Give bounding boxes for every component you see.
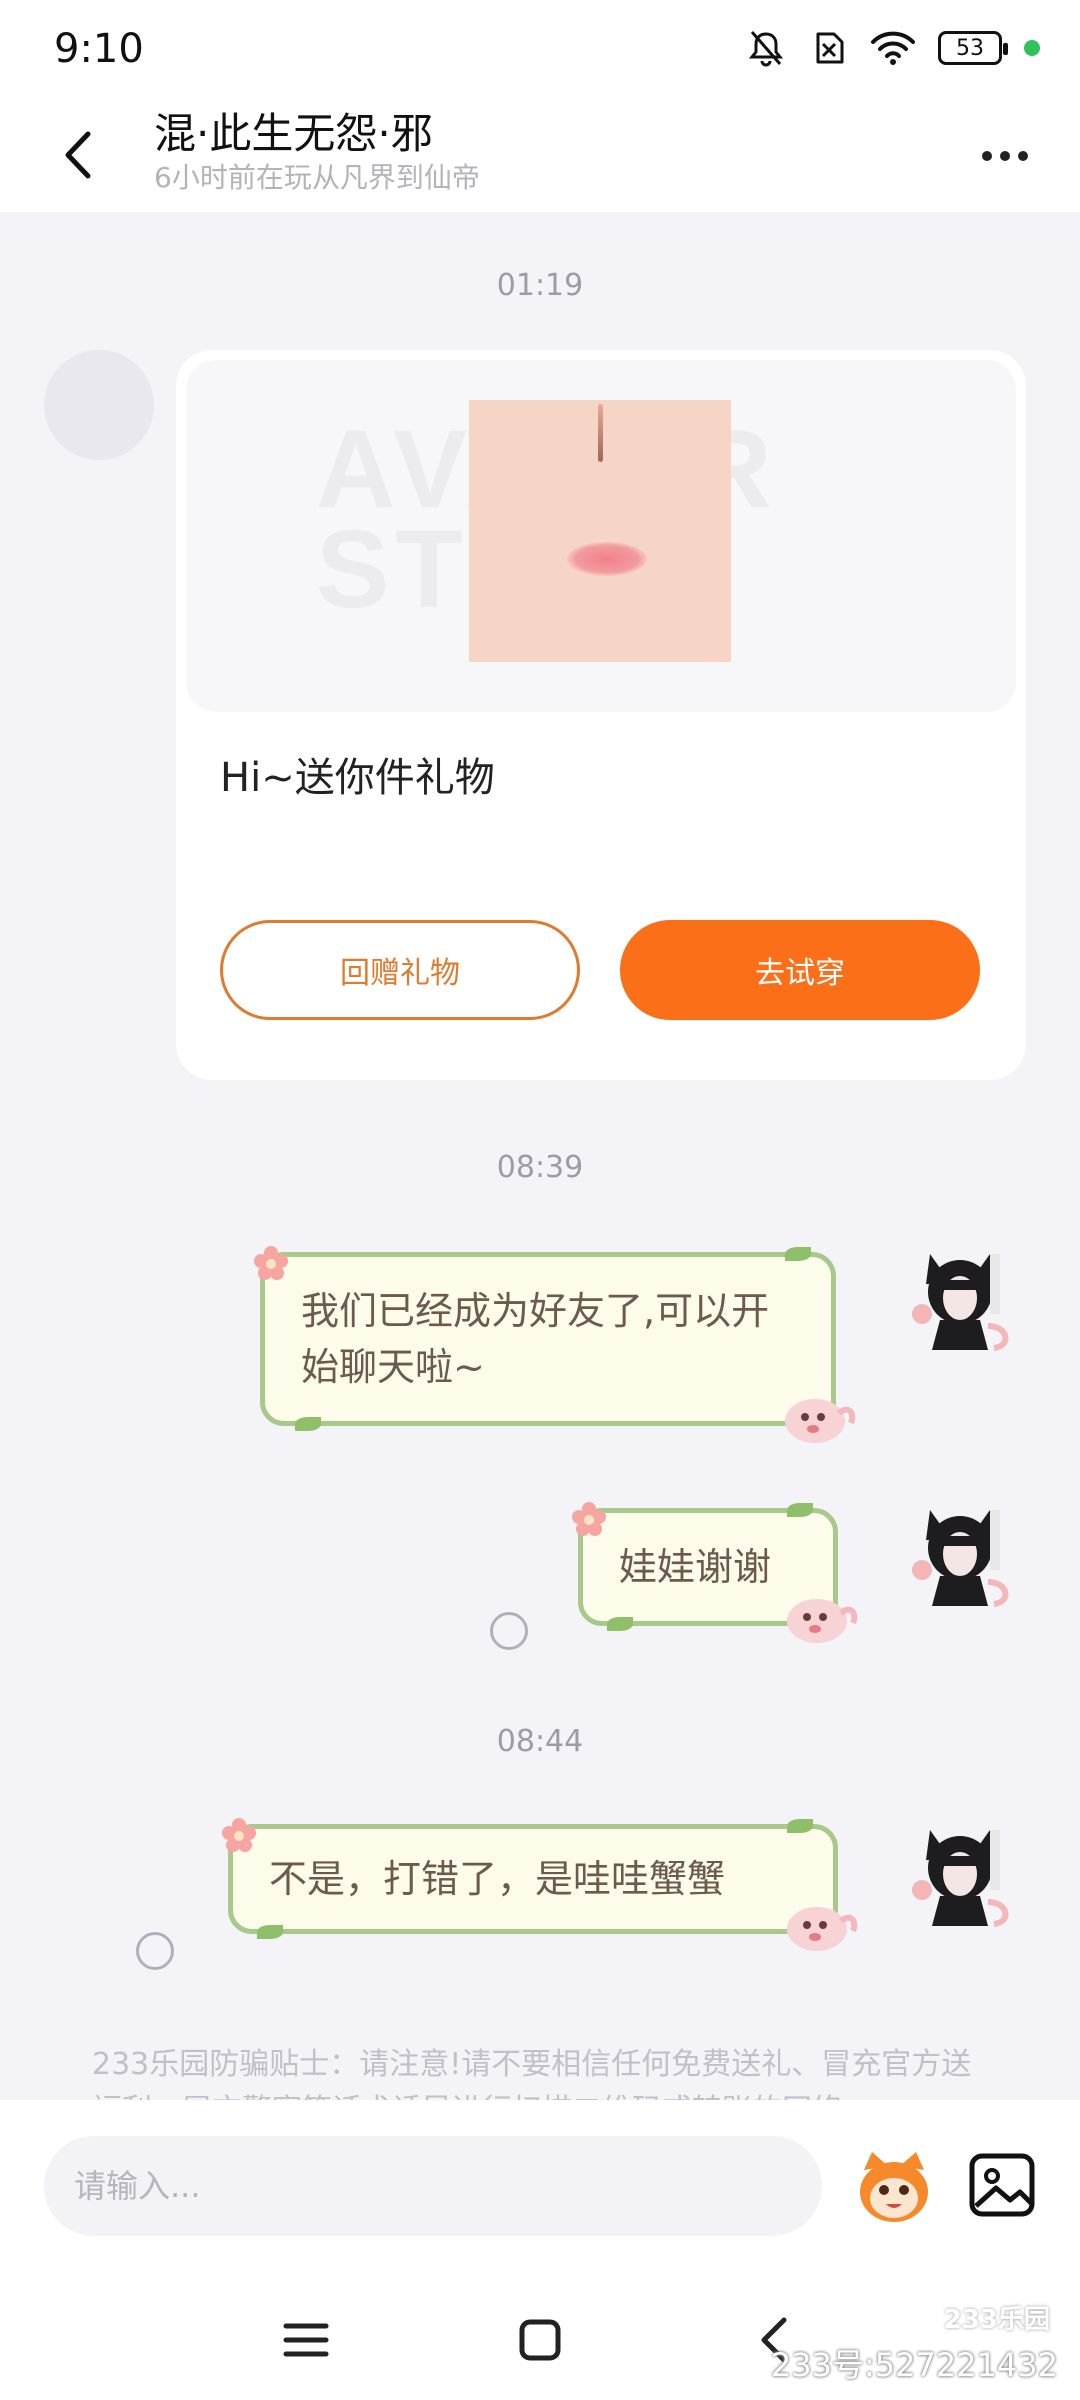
my-avatar[interactable] (900, 1234, 1020, 1354)
more-options-button[interactable] (970, 128, 1040, 184)
menu-nav-icon[interactable] (276, 2310, 336, 2370)
back-arrow-icon (65, 131, 91, 179)
privacy-dot (1024, 40, 1040, 56)
leaf-decoration (787, 1503, 813, 1517)
mascot-decoration-icon (785, 1399, 856, 1443)
message-text: 娃娃谢谢 (619, 1545, 772, 1589)
message-status-icon (490, 1612, 528, 1650)
timestamp: 08:39 (496, 1150, 584, 1185)
battery-indicator: 53 (938, 31, 1008, 65)
chat-area[interactable]: 01:19 AVATAR STORE Hi~送你件礼物 回赠礼物 去试穿 08:… (0, 212, 1080, 2128)
my-avatar[interactable] (900, 1810, 1020, 1930)
gift-message: Hi~送你件礼物 (220, 755, 495, 801)
image-picker-icon[interactable] (964, 2146, 1044, 2226)
message-bubble[interactable]: 娃娃谢谢 (572, 1502, 858, 1643)
message-bubble[interactable]: 不是，打错了，是哇哇蟹蟹 (222, 1818, 858, 1951)
more-dot-icon (1000, 151, 1010, 161)
message-status-icon (136, 1932, 174, 1970)
status-time: 9:10 (54, 26, 144, 72)
message-bubble[interactable]: 我们已经成为好友了,可以开始聊天啦~ (254, 1246, 856, 1443)
back-button[interactable] (48, 120, 108, 190)
leaf-decoration (257, 1925, 283, 1939)
emoji-button-icon[interactable] (852, 2144, 936, 2228)
gift-item-image (469, 400, 731, 662)
system-nav-bar: 233乐园 233号:527221432 (0, 2270, 1080, 2400)
status-icons: 53 (746, 28, 1040, 68)
leaf-decoration (787, 1819, 813, 1833)
try-on-button[interactable]: 去试穿 (620, 920, 980, 1020)
message-input[interactable] (44, 2136, 822, 2236)
return-gift-button[interactable]: 回赠礼物 (220, 920, 580, 1020)
contact-status: 6小时前在玩从凡界到仙帝 (154, 161, 480, 194)
contact-name: 混·此生无怨·邪 (154, 109, 433, 158)
site-watermark-logo: 233乐园 (943, 2305, 1050, 2335)
mute-bell-icon (748, 31, 784, 67)
peer-avatar[interactable] (44, 350, 154, 460)
status-bar: 9:10 53 (0, 0, 1080, 100)
wifi-icon (871, 31, 915, 65)
flower-icon (254, 1246, 288, 1280)
timestamp: 08:44 (496, 1724, 584, 1759)
leaf-decoration (607, 1617, 633, 1631)
gift-nose (598, 404, 603, 462)
more-dot-icon (1018, 151, 1028, 161)
input-bar (0, 2100, 1080, 2270)
flower-icon (572, 1502, 606, 1536)
flower-icon (222, 1818, 256, 1852)
home-nav-icon[interactable] (510, 2310, 570, 2370)
timestamp: 01:19 (496, 268, 584, 303)
mascot-decoration-icon (787, 1907, 858, 1951)
message-text: 不是，打错了，是哇哇蟹蟹 (269, 1857, 726, 1901)
gift-lips (567, 542, 647, 576)
site-watermark-id: 233号:527221432 (770, 2346, 1058, 2384)
my-avatar[interactable] (900, 1490, 1020, 1610)
no-sim-icon (816, 32, 844, 64)
leaf-decoration (785, 1247, 811, 1261)
message-text: 我们已经成为好友了,可以开始聊天啦~ (301, 1289, 770, 1389)
more-dot-icon (982, 151, 992, 161)
gift-preview[interactable]: AVATAR STORE (186, 360, 1016, 712)
mascot-decoration-icon (787, 1599, 858, 1643)
gift-card: AVATAR STORE Hi~送你件礼物 回赠礼物 去试穿 (176, 350, 1026, 1080)
chat-header: 混·此生无怨·邪 6小时前在玩从凡界到仙帝 (0, 100, 1080, 212)
leaf-decoration (295, 1417, 321, 1431)
